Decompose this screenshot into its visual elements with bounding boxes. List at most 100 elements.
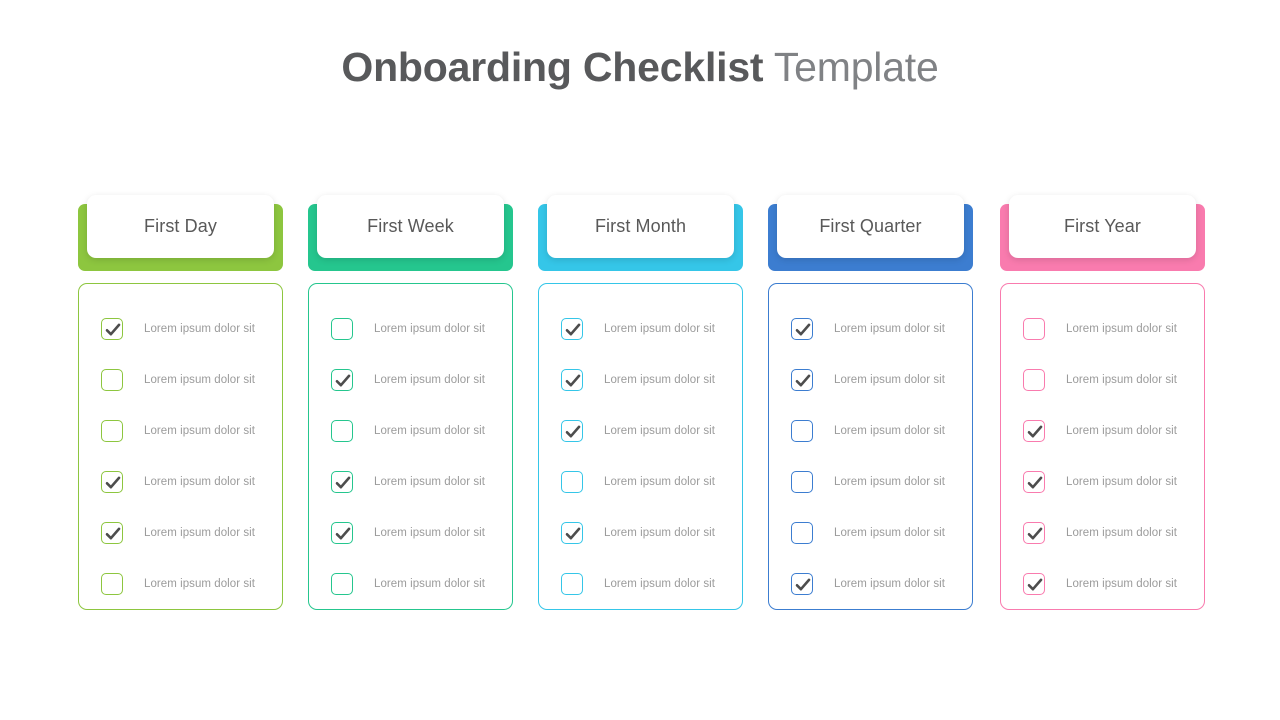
list-item[interactable]: Lorem ipsum dolor sit <box>79 303 282 354</box>
list-item-label: Lorem ipsum dolor sit <box>1066 475 1177 488</box>
checkbox-unchecked-icon[interactable] <box>1023 317 1045 340</box>
list-item[interactable]: Lorem ipsum dolor sit <box>79 354 282 405</box>
checkbox-unchecked-icon[interactable] <box>331 572 353 595</box>
checklist-column: First Week Lorem ipsum dolor sit Lorem ips… <box>308 195 513 610</box>
list-item[interactable]: Lorem ipsum dolor sit <box>769 507 972 558</box>
list-item-label: Lorem ipsum dolor sit <box>374 526 485 539</box>
list-item[interactable]: Lorem ipsum dolor sit <box>309 405 512 456</box>
checkbox-checked-icon[interactable] <box>791 572 813 595</box>
checkbox-checked-icon[interactable] <box>561 317 583 340</box>
list-item[interactable]: Lorem ipsum dolor sit <box>1001 354 1204 405</box>
checkbox-checked-icon[interactable] <box>101 521 123 544</box>
checklist-box: Lorem ipsum dolor sit Lorem ipsum dolor s… <box>78 283 283 610</box>
list-item[interactable]: Lorem ipsum dolor sit <box>539 558 742 609</box>
checkbox-unchecked-icon[interactable] <box>791 419 813 442</box>
page-title-bold: Onboarding Checklist <box>341 44 764 90</box>
list-item[interactable]: Lorem ipsum dolor sit <box>539 507 742 558</box>
list-item-label: Lorem ipsum dolor sit <box>144 577 255 590</box>
list-item[interactable]: Lorem ipsum dolor sit <box>309 303 512 354</box>
page-title: Onboarding Checklist Template <box>0 44 1280 91</box>
checklist-columns: First Day Lorem ipsum dolor sit Lorem ipsu… <box>78 195 1205 610</box>
checkbox-checked-icon[interactable] <box>791 368 813 391</box>
list-item-label: Lorem ipsum dolor sit <box>144 475 255 488</box>
list-item[interactable]: Lorem ipsum dolor sit <box>1001 507 1204 558</box>
checkbox-checked-icon[interactable] <box>561 419 583 442</box>
checklist-column: First Quarter Lorem ipsum dolor sit Lorem … <box>768 195 973 610</box>
checklist-box: Lorem ipsum dolor sit Lorem ipsum dolor s… <box>308 283 513 610</box>
checkbox-unchecked-icon[interactable] <box>331 317 353 340</box>
column-header-label: First Year <box>1063 216 1142 236</box>
checklist-column: First Day Lorem ipsum dolor sit Lorem ipsu… <box>78 195 283 610</box>
list-item[interactable]: Lorem ipsum dolor sit <box>79 507 282 558</box>
list-item[interactable]: Lorem ipsum dolor sit <box>79 558 282 609</box>
checkbox-checked-icon[interactable] <box>101 317 123 340</box>
checkbox-unchecked-icon[interactable] <box>561 470 583 493</box>
list-item-label: Lorem ipsum dolor sit <box>604 475 715 488</box>
checkbox-checked-icon[interactable] <box>101 470 123 493</box>
list-item[interactable]: Lorem ipsum dolor sit <box>1001 558 1204 609</box>
checkbox-checked-icon[interactable] <box>561 521 583 544</box>
checkbox-checked-icon[interactable] <box>561 368 583 391</box>
list-item[interactable]: Lorem ipsum dolor sit <box>539 354 742 405</box>
slide-canvas: Onboarding Checklist Template First Day L… <box>0 0 1280 720</box>
list-item-label: Lorem ipsum dolor sit <box>144 373 255 386</box>
list-item[interactable]: Lorem ipsum dolor sit <box>309 507 512 558</box>
checkbox-checked-icon[interactable] <box>1023 470 1045 493</box>
list-item[interactable]: Lorem ipsum dolor sit <box>1001 303 1204 354</box>
list-item-label: Lorem ipsum dolor sit <box>834 373 945 386</box>
list-item[interactable]: Lorem ipsum dolor sit <box>769 303 972 354</box>
column-header-card[interactable]: First Quarter <box>777 195 964 258</box>
checkbox-checked-icon[interactable] <box>331 521 353 544</box>
list-item-label: Lorem ipsum dolor sit <box>604 373 715 386</box>
list-item-label: Lorem ipsum dolor sit <box>374 475 485 488</box>
checkbox-unchecked-icon[interactable] <box>791 521 813 544</box>
checkbox-unchecked-icon[interactable] <box>331 419 353 442</box>
list-item-label: Lorem ipsum dolor sit <box>604 322 715 335</box>
page-title-light: Template <box>763 44 939 90</box>
checkbox-checked-icon[interactable] <box>1023 572 1045 595</box>
column-header-label: First Week <box>367 216 454 236</box>
checkbox-checked-icon[interactable] <box>791 317 813 340</box>
list-item-label: Lorem ipsum dolor sit <box>144 424 255 437</box>
checkbox-unchecked-icon[interactable] <box>791 470 813 493</box>
checkbox-unchecked-icon[interactable] <box>561 572 583 595</box>
list-item[interactable]: Lorem ipsum dolor sit <box>539 405 742 456</box>
column-header-card[interactable]: First Month <box>547 195 734 258</box>
list-item[interactable]: Lorem ipsum dolor sit <box>309 456 512 507</box>
list-item[interactable]: Lorem ipsum dolor sit <box>769 558 972 609</box>
list-item[interactable]: Lorem ipsum dolor sit <box>79 405 282 456</box>
checklist-box: Lorem ipsum dolor sit Lorem ipsum dolor s… <box>1000 283 1205 610</box>
list-item-label: Lorem ipsum dolor sit <box>834 424 945 437</box>
list-item[interactable]: Lorem ipsum dolor sit <box>539 456 742 507</box>
list-item-label: Lorem ipsum dolor sit <box>834 577 945 590</box>
checkbox-checked-icon[interactable] <box>331 368 353 391</box>
list-item-label: Lorem ipsum dolor sit <box>604 577 715 590</box>
checkbox-unchecked-icon[interactable] <box>101 368 123 391</box>
column-header-card[interactable]: First Day <box>87 195 274 258</box>
column-header-card[interactable]: First Week <box>317 195 504 258</box>
column-header-label: First Quarter <box>819 216 922 236</box>
list-item[interactable]: Lorem ipsum dolor sit <box>79 456 282 507</box>
list-item[interactable]: Lorem ipsum dolor sit <box>309 558 512 609</box>
checklist-box: Lorem ipsum dolor sit Lorem ipsum dolor s… <box>768 283 973 610</box>
list-item[interactable]: Lorem ipsum dolor sit <box>539 303 742 354</box>
list-item[interactable]: Lorem ipsum dolor sit <box>769 456 972 507</box>
list-item-label: Lorem ipsum dolor sit <box>374 373 485 386</box>
checkbox-unchecked-icon[interactable] <box>101 419 123 442</box>
checkbox-checked-icon[interactable] <box>331 470 353 493</box>
list-item[interactable]: Lorem ipsum dolor sit <box>769 405 972 456</box>
list-item[interactable]: Lorem ipsum dolor sit <box>1001 456 1204 507</box>
list-item[interactable]: Lorem ipsum dolor sit <box>1001 405 1204 456</box>
column-header-card[interactable]: First Year <box>1009 195 1196 258</box>
list-item-label: Lorem ipsum dolor sit <box>604 424 715 437</box>
list-item[interactable]: Lorem ipsum dolor sit <box>769 354 972 405</box>
list-item-label: Lorem ipsum dolor sit <box>834 322 945 335</box>
list-item-label: Lorem ipsum dolor sit <box>834 475 945 488</box>
list-item[interactable]: Lorem ipsum dolor sit <box>309 354 512 405</box>
list-item-label: Lorem ipsum dolor sit <box>1066 322 1177 335</box>
checkbox-checked-icon[interactable] <box>1023 419 1045 442</box>
list-item-label: Lorem ipsum dolor sit <box>374 424 485 437</box>
checkbox-checked-icon[interactable] <box>1023 521 1045 544</box>
checkbox-unchecked-icon[interactable] <box>101 572 123 595</box>
checkbox-unchecked-icon[interactable] <box>1023 368 1045 391</box>
